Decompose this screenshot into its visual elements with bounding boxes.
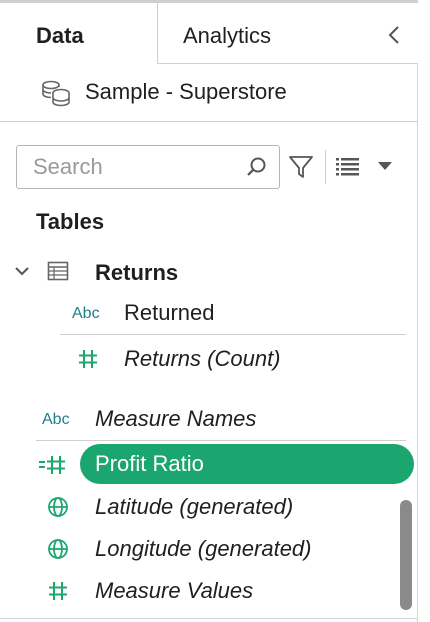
table-separator	[60, 334, 406, 335]
tab-analytics[interactable]: Analytics	[157, 0, 418, 64]
field-returned[interactable]: Abc Returned	[60, 292, 406, 332]
number-type-icon	[79, 350, 97, 368]
tab-analytics-label: Analytics	[183, 23, 272, 48]
field-label: Measure Values	[95, 578, 254, 603]
tab-data-label: Data	[36, 23, 84, 48]
chevron-down-icon[interactable]	[14, 265, 30, 277]
list-view-icon[interactable]	[334, 156, 362, 178]
field-label: Measure Names	[95, 406, 257, 431]
field-label: Profit Ratio	[95, 451, 204, 476]
string-type-icon: Abc	[72, 305, 100, 322]
globe-icon	[48, 539, 68, 559]
pane-bottom-border	[0, 618, 418, 619]
field-label: Longitude (generated)	[95, 536, 312, 561]
datasource-icon	[42, 80, 70, 107]
table-name: Returns	[95, 260, 179, 285]
field-label: Returns (Count)	[124, 346, 281, 371]
selected-field-pill[interactable]: Profit Ratio	[80, 444, 414, 484]
table-row-returns[interactable]: Returns	[0, 252, 418, 292]
caret-down-icon[interactable]	[376, 160, 394, 172]
datasource-name: Sample - Superstore	[85, 79, 287, 104]
data-pane: Data Analytics Sample - Superstore Searc…	[0, 0, 418, 622]
field-returns-count[interactable]: Returns (Count)	[60, 338, 406, 378]
datasource-row[interactable]: Sample - Superstore	[0, 64, 418, 122]
field-measure-values[interactable]: Measure Values	[0, 570, 418, 610]
pane-gutter	[418, 0, 430, 622]
tab-data[interactable]: Data	[0, 0, 157, 64]
tables-heading: Tables	[36, 209, 105, 234]
field-label: Latitude (generated)	[95, 494, 294, 519]
field-measure-names[interactable]: Abc Measure Names	[0, 398, 418, 438]
field-label: Returned	[124, 300, 215, 325]
section-separator	[36, 440, 406, 441]
field-longitude[interactable]: Longitude (generated)	[0, 528, 418, 568]
globe-icon	[48, 497, 68, 517]
table-icon	[47, 261, 69, 281]
search-box[interactable]	[16, 145, 280, 189]
vertical-scrollbar[interactable]	[400, 500, 412, 610]
field-latitude[interactable]: Latitude (generated)	[0, 486, 418, 526]
chevron-left-icon	[388, 26, 399, 44]
toolbar-divider	[325, 150, 326, 184]
filter-icon[interactable]	[287, 153, 315, 181]
collapse-pane-button[interactable]	[382, 21, 406, 49]
pane-tabs: Data Analytics	[0, 0, 418, 64]
string-type-icon: Abc	[42, 411, 70, 428]
search-icon[interactable]	[245, 156, 267, 178]
number-type-icon	[49, 582, 67, 600]
calculated-number-icon	[39, 456, 65, 474]
search-input[interactable]	[33, 152, 243, 182]
